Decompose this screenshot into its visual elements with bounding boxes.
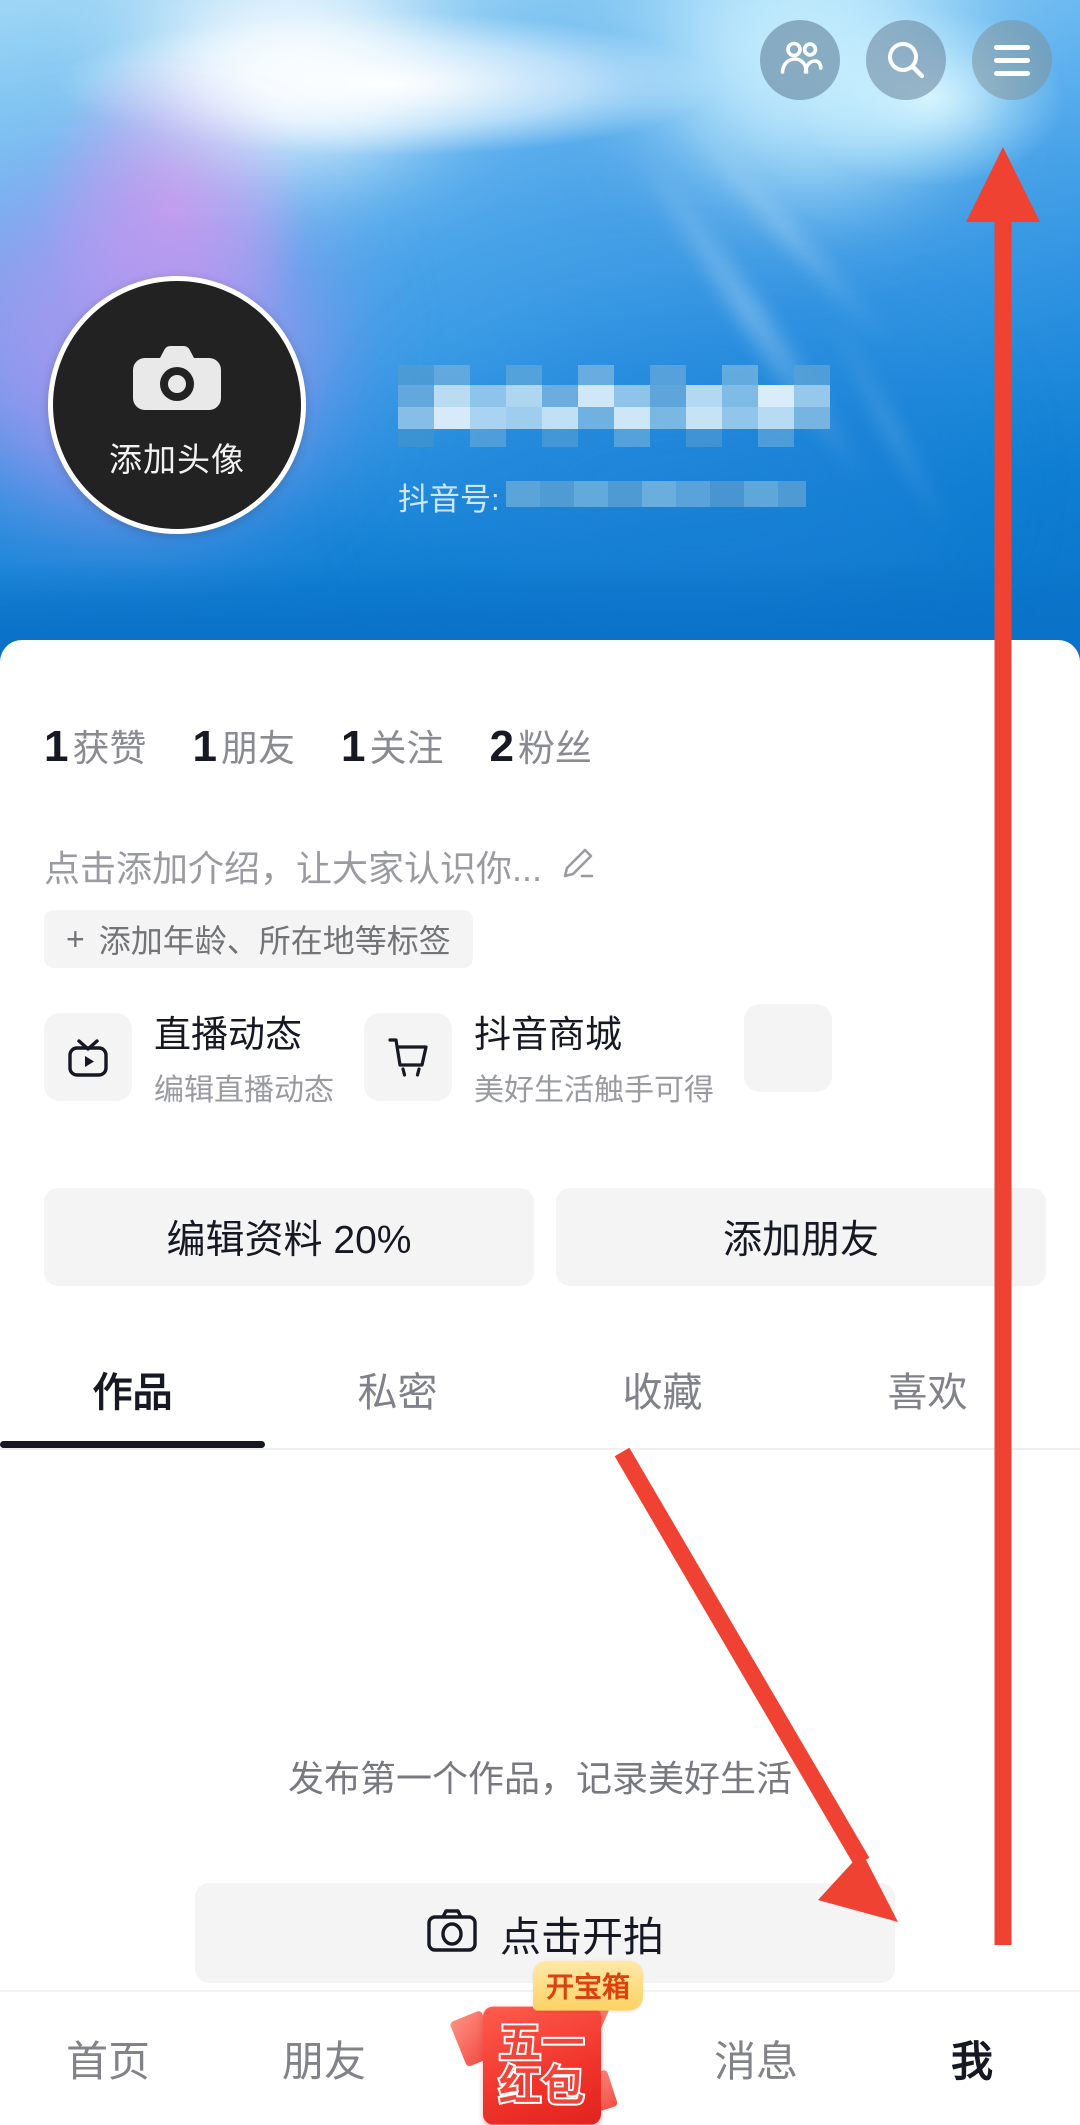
stat-value: 1 xyxy=(44,722,69,771)
nav-item-me[interactable]: 我 xyxy=(864,1991,1080,2125)
camera-icon xyxy=(131,336,223,427)
nav-item-friends[interactable]: 朋友 xyxy=(216,1991,432,2125)
entry-card-sub: 美好生活触手可得 xyxy=(474,1074,714,1107)
stat-followers[interactable]: 2 粉丝 xyxy=(489,718,591,772)
redpacket-icon: 五一 红包 开宝箱 xyxy=(449,1960,644,2125)
menu-icon xyxy=(994,44,1030,76)
plus-icon: + xyxy=(66,921,85,957)
search-button[interactable] xyxy=(866,20,946,100)
stat-label: 朋友 xyxy=(220,728,295,769)
bio-placeholder: 点击添加介绍，让大家认识你... xyxy=(44,848,543,889)
search-icon xyxy=(884,38,928,82)
edit-profile-button[interactable]: 编辑资料 20% xyxy=(44,1188,534,1286)
content-tabs: 作品 私密 收藏 喜欢 xyxy=(0,1330,1080,1450)
entry-card-shop[interactable]: 抖音商城 美好生活触手可得 xyxy=(364,1004,714,1109)
add-avatar-label: 添加头像 xyxy=(109,440,245,478)
tab-private[interactable]: 私密 xyxy=(265,1330,530,1448)
empty-state-text: 发布第一个作品，记录美好生活 xyxy=(287,1758,792,1799)
tab-favorites[interactable]: 收藏 xyxy=(530,1330,795,1448)
nav-item-home[interactable]: 首页 xyxy=(0,1991,216,2125)
redpacket-badge[interactable]: 开宝箱 xyxy=(533,1960,644,2011)
add-friend-button[interactable]: 添加朋友 xyxy=(556,1188,1046,1286)
friends-icon xyxy=(777,40,823,80)
add-avatar-button[interactable]: 添加头像 xyxy=(48,276,306,534)
stat-label: 粉丝 xyxy=(517,728,592,769)
nav-label: 消息 xyxy=(713,2038,798,2085)
tab-active-indicator xyxy=(0,1441,265,1448)
pencil-icon xyxy=(558,845,596,888)
profile-sheet: 1 获赞 1 朋友 1 关注 2 粉丝 点击添加介绍，让大家认识你... + 添… xyxy=(0,640,1080,2125)
nav-label: 朋友 xyxy=(281,2038,366,2085)
add-tags-label: 添加年龄、所在地等标签 xyxy=(98,923,451,959)
stat-likes[interactable]: 1 获赞 xyxy=(44,718,146,772)
entry-card-title: 抖音商城 xyxy=(474,1014,622,1055)
tab-works[interactable]: 作品 xyxy=(0,1330,265,1448)
shopping-cart-icon xyxy=(364,1012,452,1101)
stat-friends[interactable]: 1 朋友 xyxy=(192,718,294,772)
tab-liked[interactable]: 喜欢 xyxy=(795,1330,1060,1448)
douyin-profile-screen: 添加头像 抖音号: 1 获赞 1 朋友 1 关注 2 粉丝 点击添加介绍，让大家… xyxy=(0,0,1080,2125)
redpacket-line-1: 五一 xyxy=(497,2019,586,2067)
add-tags-chip[interactable]: + 添加年龄、所在地等标签 xyxy=(44,910,473,968)
start-shooting-label: 点击开拍 xyxy=(500,1914,664,1960)
profile-identity: 抖音号: xyxy=(398,355,868,519)
cover-blob xyxy=(150,0,430,160)
tv-play-icon xyxy=(44,1012,132,1101)
stat-value: 2 xyxy=(489,722,514,771)
profile-stats: 1 获赞 1 朋友 1 关注 2 粉丝 xyxy=(44,718,592,772)
redpacket-line-2: 红包 xyxy=(497,2062,586,2110)
douyin-id-row[interactable]: 抖音号: xyxy=(398,474,868,519)
entry-cards: 直播动态 编辑直播动态 抖音商城 美好生活触手可得 xyxy=(44,1004,832,1109)
nav-item-messages[interactable]: 消息 xyxy=(648,1991,864,2125)
stat-value: 1 xyxy=(340,722,366,771)
entry-card-live[interactable]: 直播动态 编辑直播动态 xyxy=(44,1004,334,1109)
entry-card-overflow[interactable] xyxy=(744,1004,832,1092)
camera-icon xyxy=(426,1908,478,1959)
username-masked xyxy=(398,355,868,456)
nav-label: 我 xyxy=(950,2038,993,2085)
menu-button[interactable] xyxy=(972,20,1052,100)
douyin-id-label: 抖音号: xyxy=(398,482,500,517)
stat-label: 获赞 xyxy=(72,728,147,769)
header-actions xyxy=(760,20,1052,100)
entry-card-sub: 编辑直播动态 xyxy=(154,1074,334,1107)
stat-following[interactable]: 1 关注 xyxy=(341,718,443,772)
nav-item-redpacket[interactable]: 五一 红包 开宝箱 xyxy=(432,1960,648,2125)
bottom-navigation: 首页 朋友 五一 红包 开宝箱 消息 我 xyxy=(0,1960,1080,2125)
friends-button[interactable] xyxy=(760,20,840,100)
tabs-divider xyxy=(0,1448,1080,1450)
profile-actions: 编辑资料 20% 添加朋友 xyxy=(44,1188,1046,1286)
entry-card-title: 直播动态 xyxy=(154,1014,302,1055)
stat-value: 1 xyxy=(192,722,217,771)
nav-label: 首页 xyxy=(65,2038,150,2085)
bio-row[interactable]: 点击添加介绍，让大家认识你... xyxy=(44,840,596,892)
redpacket-body: 五一 红包 xyxy=(483,2006,601,2125)
douyin-id-masked xyxy=(505,477,806,516)
stat-label: 关注 xyxy=(369,728,444,769)
